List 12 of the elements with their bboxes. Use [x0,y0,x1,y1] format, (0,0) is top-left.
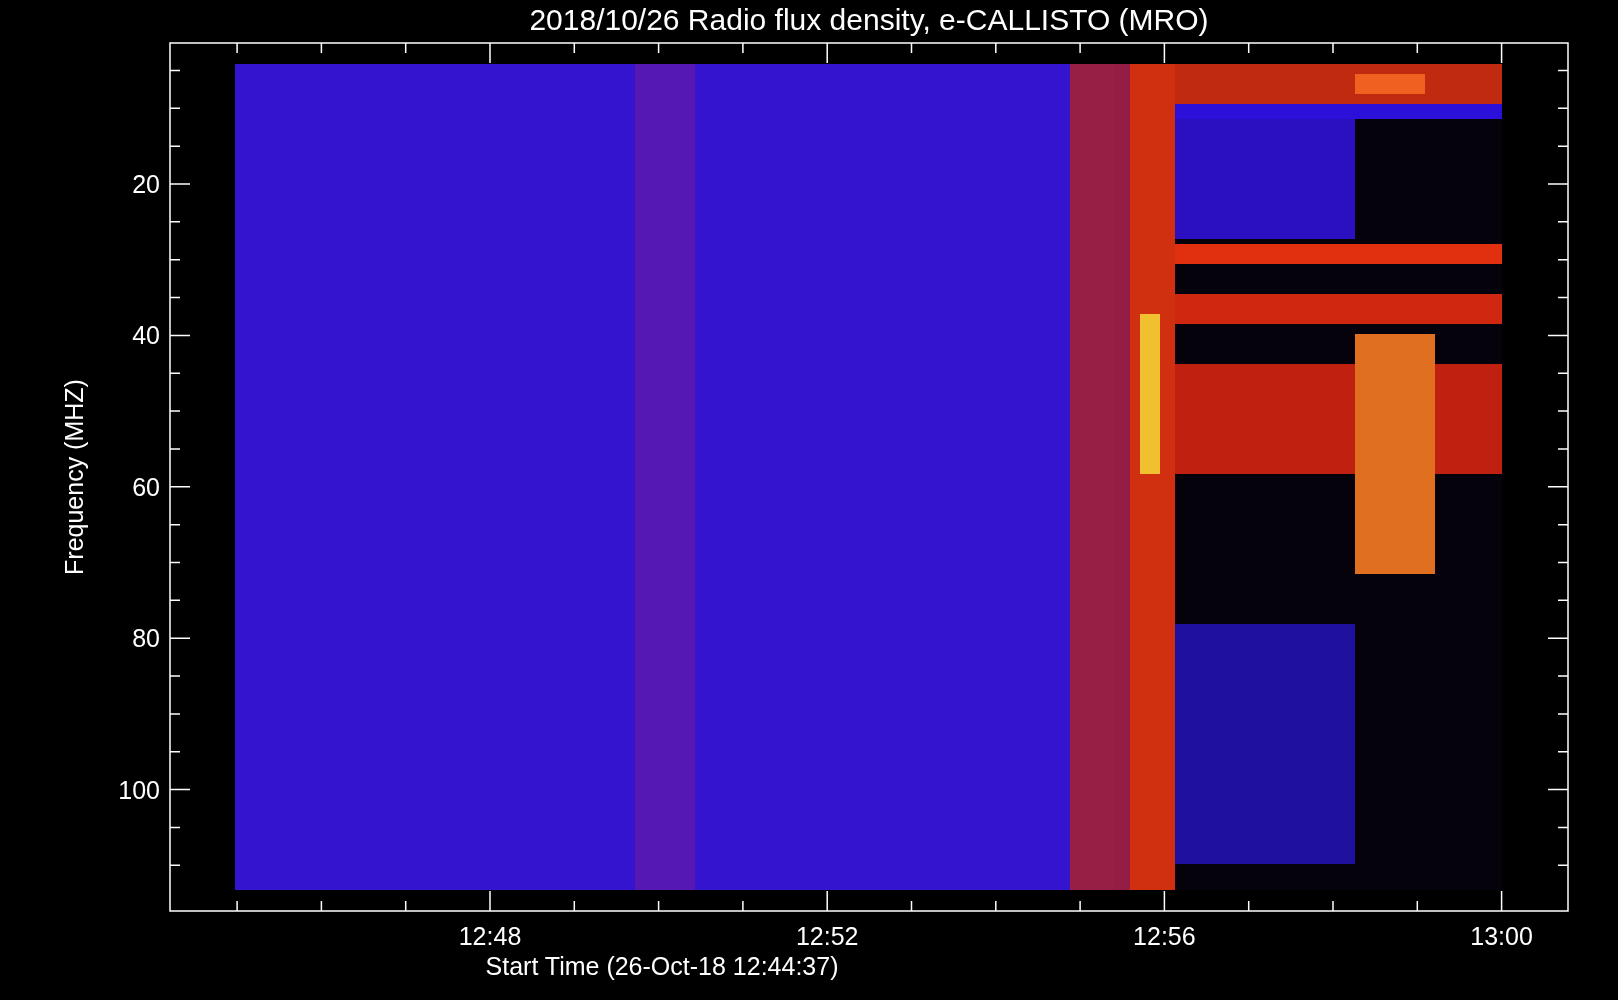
axis-label: Start Time (26-Oct-18 12:44:37) [485,952,839,980]
tick-label: 40 [132,321,160,350]
tick-label: 80 [132,624,160,653]
tick-label: 20 [132,170,160,198]
tick-label: 13:00 [1470,922,1533,950]
chart-title: 2018/10/26 Radio flux density, e-CALLISTO (MRO) [529,3,1209,36]
tick-label: 60 [132,472,160,501]
tick-label: 100 [118,775,160,804]
tick-label: 12:52 [795,922,859,950]
axis-label: Frequency (MHZ) [60,379,88,575]
tick-label: 12:56 [1133,922,1196,950]
tick-label: 12:48 [458,922,522,950]
